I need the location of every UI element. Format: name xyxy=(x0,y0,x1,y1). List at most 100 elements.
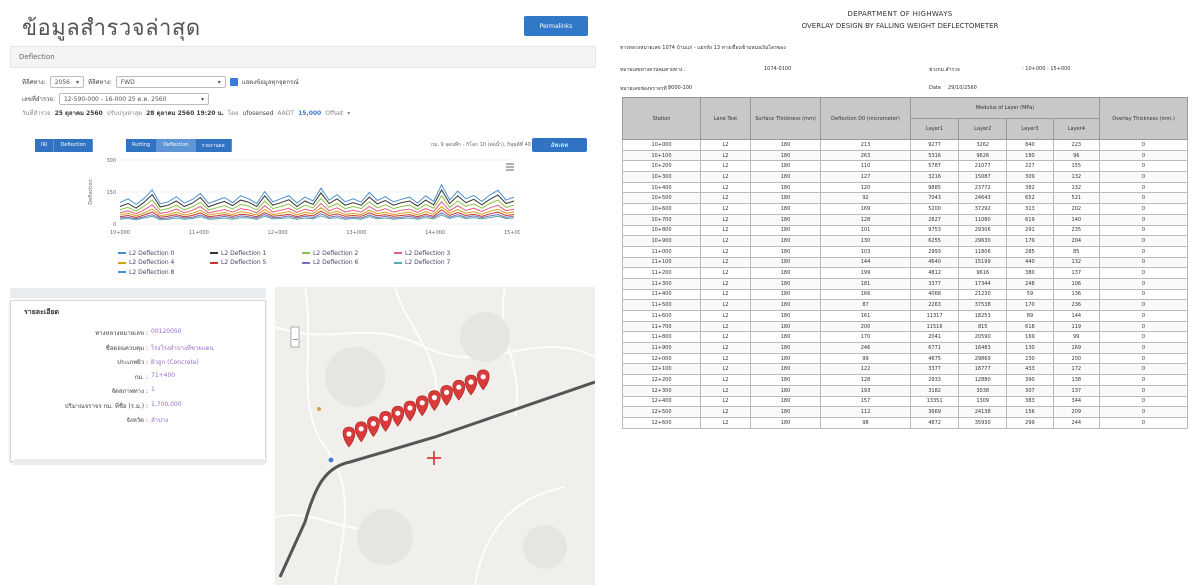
table-cell: 103 xyxy=(820,245,911,258)
map-pin-icon[interactable] xyxy=(403,400,417,422)
table-cell: 180 xyxy=(750,320,821,333)
table-cell: 0 xyxy=(1099,171,1188,183)
table-cell: 0 xyxy=(1099,352,1188,365)
table-cell: 180 xyxy=(750,267,821,279)
legend-item[interactable]: L2 Deflection 2 xyxy=(302,250,394,257)
table-cell: 181 xyxy=(820,277,911,290)
table-cell: 309 xyxy=(1006,171,1054,183)
table-cell: 0 xyxy=(1099,395,1188,408)
table-cell: 0 xyxy=(1099,384,1188,397)
legend-item[interactable]: L2 Deflection 5 xyxy=(210,259,302,266)
table-cell: 0 xyxy=(1099,406,1188,418)
map-pin-icon[interactable] xyxy=(367,416,380,438)
col-surface: Surface Thickness (mm) xyxy=(750,97,821,140)
map-view[interactable]: − xyxy=(275,287,595,585)
table-cell: 4640 xyxy=(909,256,960,269)
table-cell: 130 xyxy=(1006,342,1054,354)
table-cell: 18253 xyxy=(958,310,1008,322)
map-pin-icon[interactable] xyxy=(464,374,478,396)
direction-select[interactable]: FWD ▾ xyxy=(115,76,226,88)
chevron-down-icon: ▾ xyxy=(347,109,351,117)
current-location-icon xyxy=(327,456,335,464)
span-value: : 10+000 - 15+000 xyxy=(1022,66,1071,72)
table-cell: 12+500 xyxy=(622,406,701,418)
popup-scrollbar[interactable] xyxy=(14,459,264,465)
tab-deflection[interactable]: Deflection xyxy=(54,139,93,152)
legend-row: L2 Deflection 4 L2 Deflection 5 L2 Deflect… xyxy=(118,259,538,269)
table-cell: 89 xyxy=(1006,310,1054,322)
km-select[interactable]: 12-590-000 - 16-000 25 ต.ค. 2560 ▾ xyxy=(58,93,209,105)
tab-report[interactable]: รายงานผล xyxy=(195,139,232,152)
permalink-button[interactable]: Permalinks xyxy=(524,16,588,36)
map-pin-icon[interactable] xyxy=(440,385,453,406)
chart-menu-icon[interactable] xyxy=(506,163,514,171)
popup-header-strip xyxy=(10,288,266,298)
map-pin-icon[interactable] xyxy=(354,421,368,443)
table-cell: L2 xyxy=(700,310,751,322)
update-button[interactable]: อัพเดท xyxy=(532,138,587,152)
table-cell: 180 xyxy=(750,395,821,408)
table-cell: 4812 xyxy=(909,267,960,279)
table-row: 11+200 L2 180 199 4812 9616 380 137 0 xyxy=(622,267,1188,279)
table-cell: 299 xyxy=(1006,416,1054,429)
table-cell: 23772 xyxy=(958,181,1008,194)
table-cell: 313 xyxy=(1006,203,1054,215)
table-row: 10+400 L2 180 120 9885 23772 382 132 0 xyxy=(622,181,1188,194)
table-cell: 11+700 xyxy=(622,320,701,333)
map-pin-icon[interactable] xyxy=(342,426,356,448)
show-all-checkbox[interactable] xyxy=(229,78,238,86)
table-cell: 180 xyxy=(750,245,821,258)
table-cell: 0 xyxy=(1099,203,1188,215)
table-cell: 120 xyxy=(820,181,911,194)
show-all-label: แสดงข้อมูลทุกจุดกรณ์ xyxy=(241,79,299,86)
table-cell: 180 xyxy=(750,203,821,215)
tab-deflection-view[interactable]: Deflection xyxy=(157,139,196,152)
table-cell: 521 xyxy=(1052,192,1101,205)
map-pin-icon[interactable] xyxy=(452,379,466,401)
updated-date: 28 ตุลาคม 2560 19:20 น. xyxy=(146,110,224,117)
table-cell: 2263 xyxy=(909,299,960,311)
map-pin-icon[interactable] xyxy=(391,405,405,427)
legend-item[interactable]: L2 Deflection 0 xyxy=(118,250,210,257)
tab-rutting[interactable]: Rutting xyxy=(126,139,158,152)
table-cell: 180 xyxy=(750,384,821,397)
table-cell: 12+100 xyxy=(622,363,701,376)
tab-iri[interactable]: IRI xyxy=(35,139,55,152)
info-row-value: ลำปาง xyxy=(151,417,169,424)
map-pin-dot xyxy=(431,395,437,401)
table-cell: 12+300 xyxy=(622,384,701,397)
map-pin-icon[interactable] xyxy=(476,369,490,391)
legend-item[interactable]: L2 Deflection 3 xyxy=(394,250,486,257)
legend-item[interactable]: L2 Deflection 7 xyxy=(394,259,486,266)
table-cell: 180 xyxy=(750,256,821,269)
table-cell: 180 xyxy=(750,149,821,162)
table-cell: 180 xyxy=(750,181,821,194)
legend-item[interactable]: L2 Deflection 1 xyxy=(210,250,302,257)
map-pin-icon[interactable] xyxy=(379,411,392,432)
map-pin-icon[interactable] xyxy=(428,390,441,412)
table-row: 11+100 L2 180 144 4640 15199 440 132 0 xyxy=(622,256,1188,269)
table-row: 12+100 L2 180 122 3377 18777 433 172 0 xyxy=(622,363,1188,376)
table-cell: 15087 xyxy=(958,171,1008,183)
route-select[interactable]: 2056 ▾ xyxy=(49,76,85,88)
table-cell: 11516 xyxy=(909,320,960,333)
table-cell: 10+900 xyxy=(622,235,701,247)
table-cell: 0 xyxy=(1099,160,1188,173)
table-cell: 248 xyxy=(1006,277,1054,290)
legend-item[interactable]: L2 Deflection 6 xyxy=(302,259,394,266)
control-value: 1074-0100 xyxy=(764,66,792,72)
table-cell: 130 xyxy=(820,235,911,247)
table-cell: 2827 xyxy=(909,213,960,226)
table-cell: 9753 xyxy=(909,224,960,237)
map-pin-icon[interactable] xyxy=(415,395,429,417)
table-cell: 85 xyxy=(1052,245,1101,258)
info-row: จังหวัด : ลำปาง xyxy=(16,415,266,425)
svg-text:−: − xyxy=(292,335,299,344)
x-tick-label: 14+000 xyxy=(425,230,445,236)
legend-item[interactable]: L2 Deflection 4 xyxy=(118,259,210,266)
table-cell: 122 xyxy=(820,363,911,376)
col-deflection: Deflection D0 (micrometer) xyxy=(820,97,911,140)
legend-item[interactable]: L2 Deflection 8 xyxy=(118,269,210,276)
table-cell: 440 xyxy=(1006,256,1054,269)
filter-row-1: ทีลีศทาง: 2056 ▾ ทีลีศทาง: FWD ▾ แสดงข้อมู… xyxy=(22,76,299,88)
